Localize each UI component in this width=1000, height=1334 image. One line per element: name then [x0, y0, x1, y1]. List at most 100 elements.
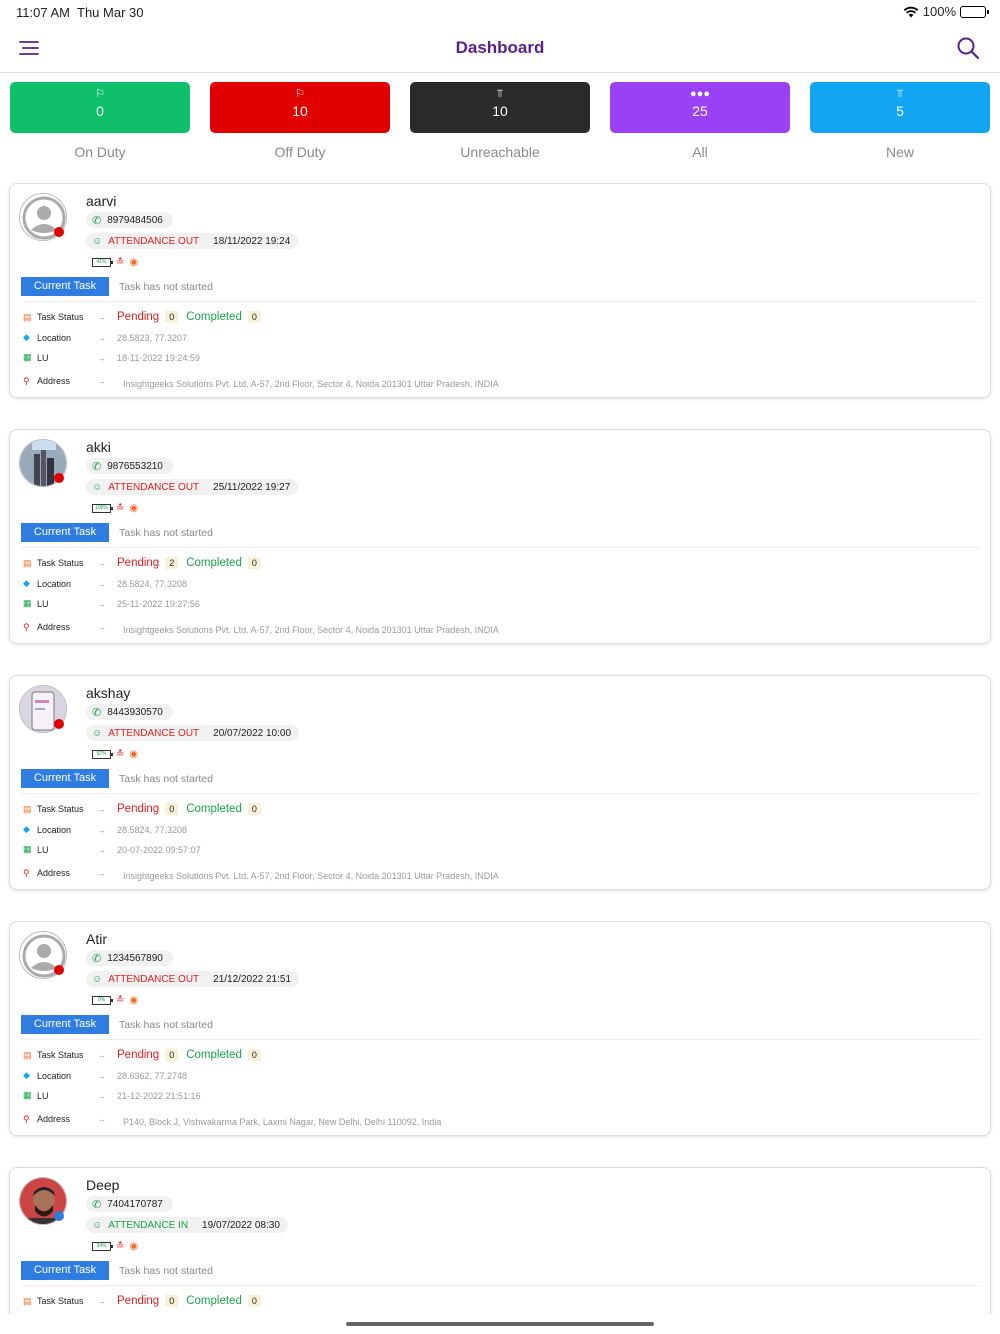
employee-card[interactable]: akki ✆ 9876553210 ☺ ATTENDANCE OUT 25/11… [9, 429, 991, 644]
document-icon: ▤ [23, 557, 32, 568]
employee-card[interactable]: aarvi ✆ 8979484506 ☺ ATTENDANCE OUT 18/1… [9, 183, 991, 398]
location-diamond-icon: ◆ [23, 1070, 30, 1080]
device-status-row: 92% ≛ ◉ [92, 749, 138, 760]
arrow-right-icon: → [97, 868, 106, 878]
completed-count: 0 [247, 1295, 261, 1307]
person-icon: ☺ [92, 481, 103, 493]
presence-dot [54, 473, 64, 483]
employee-card[interactable]: Deep ✆ 7404170787 ☺ ATTENDANCE IN 19/07/… [9, 1167, 991, 1314]
phone-pill[interactable]: ✆ 8443930570 [86, 704, 173, 720]
phone-pill[interactable]: ✆ 7404170787 [86, 1196, 173, 1212]
location-pin-icon: ◉ [129, 257, 139, 268]
location-row: ◆ Location → 28.5824, 77.3208 [23, 578, 187, 589]
stat-on-duty[interactable]: ⚐ 0 On Duty [10, 82, 190, 160]
attendance-status: ATTENDANCE OUT [108, 973, 200, 985]
employee-list: aarvi ✆ 8979484506 ☺ ATTENDANCE OUT 18/1… [0, 183, 1000, 1314]
pending-count: 2 [165, 557, 179, 569]
battery-level: 0% [92, 996, 113, 1005]
employee-name: aarvi [86, 193, 117, 209]
phone-pill[interactable]: ✆ 8979484506 [86, 212, 173, 228]
address-value: P140, Block J, Vishwakarma Park, Laxmi N… [123, 1117, 442, 1127]
phone-pill[interactable]: ✆ 1234567890 [86, 950, 173, 966]
stat-box: ⫪ 10 [410, 82, 590, 133]
pending-count: 0 [165, 1049, 179, 1061]
phone-icon: ✆ [92, 706, 102, 719]
attendance-status: ATTENDANCE OUT [108, 235, 200, 247]
bike-icon: ⚐ [295, 88, 305, 100]
calendar-icon: ▦ [23, 1090, 32, 1100]
completed-label: Completed [186, 311, 242, 323]
phone-number: 7404170787 [107, 1198, 163, 1210]
map-pin-icon: ⚲ [23, 1113, 30, 1124]
stat-count: 5 [896, 103, 904, 119]
pending-count: 0 [165, 311, 179, 323]
completed-count: 0 [247, 311, 261, 323]
divider [21, 301, 981, 302]
arrow-right-icon: → [97, 804, 106, 814]
attendance-pill: ☺ ATTENDANCE OUT 18/11/2022 19:24 [86, 233, 299, 249]
location-value: 28.5824, 77.3208 [117, 824, 188, 835]
task-status-label: Task Status [37, 1050, 84, 1060]
task-status-text: Task has not started [119, 527, 213, 539]
task-status-text: Task has not started [119, 1019, 213, 1031]
current-task-button[interactable]: Current Task [21, 1015, 109, 1034]
stats-bar: ⚐ 0 On Duty ⚐ 10 Off Duty ⫪ 10 Unreachab… [0, 82, 1000, 164]
stat-off-duty[interactable]: ⚐ 10 Off Duty [210, 82, 390, 160]
arrow-right-icon: → [97, 558, 106, 568]
arrow-right-icon: → [97, 1050, 106, 1060]
stat-unreachable[interactable]: ⫪ 10 Unreachable [410, 82, 590, 160]
calendar-icon: ▦ [23, 352, 32, 362]
divider [21, 547, 981, 548]
employee-name: akki [86, 439, 111, 455]
document-icon: ▤ [23, 1295, 32, 1306]
stat-label: Unreachable [460, 144, 540, 160]
arrow-right-icon: → [97, 1070, 106, 1081]
status-bar: 11:07 AM Thu Mar 30 100% [0, 0, 1000, 24]
address-value: Insightgeeks Solutions Pvt. Ltd. A-57, 2… [123, 871, 499, 881]
pending-label: Pending [117, 1295, 160, 1307]
search-icon[interactable] [956, 36, 980, 60]
phone-pill[interactable]: ✆ 9876553210 [86, 458, 173, 474]
address-row: ⚲ Address → Insightgeeks Solutions Pvt. … [23, 619, 499, 636]
battery-level: 92% [92, 750, 113, 759]
current-task-button[interactable]: Current Task [21, 277, 109, 296]
task-status-row: ▤ Task Status → Pending 0 Completed 0 [23, 1295, 269, 1307]
arrow-right-icon: → [97, 578, 106, 589]
address-label: Address [37, 868, 71, 878]
address-row: ⚲ Address → P140, Block J, Vishwakarma P… [23, 1111, 442, 1128]
lu-value: 21-12-2022 21:51:16 [117, 1090, 201, 1101]
task-status-label: Task Status [37, 312, 84, 322]
current-task-button[interactable]: Current Task [21, 1261, 109, 1280]
attendance-pill: ☺ ATTENDANCE OUT 21/12/2022 21:51 [86, 971, 300, 987]
lu-value: 18-11-2022 19:24:59 [117, 352, 200, 363]
pending-label: Pending [117, 803, 160, 815]
stat-count: 10 [492, 103, 508, 119]
presence-dot [54, 719, 64, 729]
stat-label: New [885, 144, 914, 160]
current-task-button[interactable]: Current Task [21, 769, 109, 788]
address-value: Insightgeeks Solutions Pvt. Ltd. A-57, 2… [123, 379, 499, 389]
attendance-time: 25/11/2022 19:27 [213, 481, 291, 493]
attendance-pill: ☺ ATTENDANCE OUT 20/07/2022 10:00 [86, 725, 300, 741]
device-status-row: 41% ≛ ◉ [92, 257, 138, 268]
task-status-label: Task Status [37, 1296, 84, 1306]
location-pin-icon: ◉ [129, 1241, 139, 1252]
stat-new[interactable]: ⫪ 5 New [810, 82, 990, 160]
current-task-button[interactable]: Current Task [21, 523, 109, 542]
employee-card[interactable]: akshay ✆ 8443930570 ☺ ATTENDANCE OUT 20/… [9, 675, 991, 890]
device-status-row: 34% ≛ ◉ [92, 1241, 138, 1252]
task-status-label: Task Status [37, 558, 84, 568]
phone-icon: ✆ [92, 952, 102, 965]
no-signal-icon: ⫪ [496, 88, 504, 100]
phone-icon: ✆ [92, 460, 102, 473]
arrow-right-icon: → [97, 332, 106, 343]
lu-label: LU [37, 844, 49, 855]
stat-all[interactable]: ●●● 25 All [610, 82, 790, 160]
map-pin-icon: ⚲ [23, 621, 30, 632]
arrow-right-icon: → [97, 352, 106, 363]
arrow-right-icon: → [97, 844, 106, 855]
attendance-status: ATTENDANCE IN [108, 1219, 189, 1231]
employee-card[interactable]: Atir ✆ 1234567890 ☺ ATTENDANCE OUT 21/12… [9, 921, 991, 1136]
task-status-row: ▤ Task Status → Pending 0 Completed 0 [23, 311, 269, 323]
page-title: Dashboard [455, 38, 545, 57]
